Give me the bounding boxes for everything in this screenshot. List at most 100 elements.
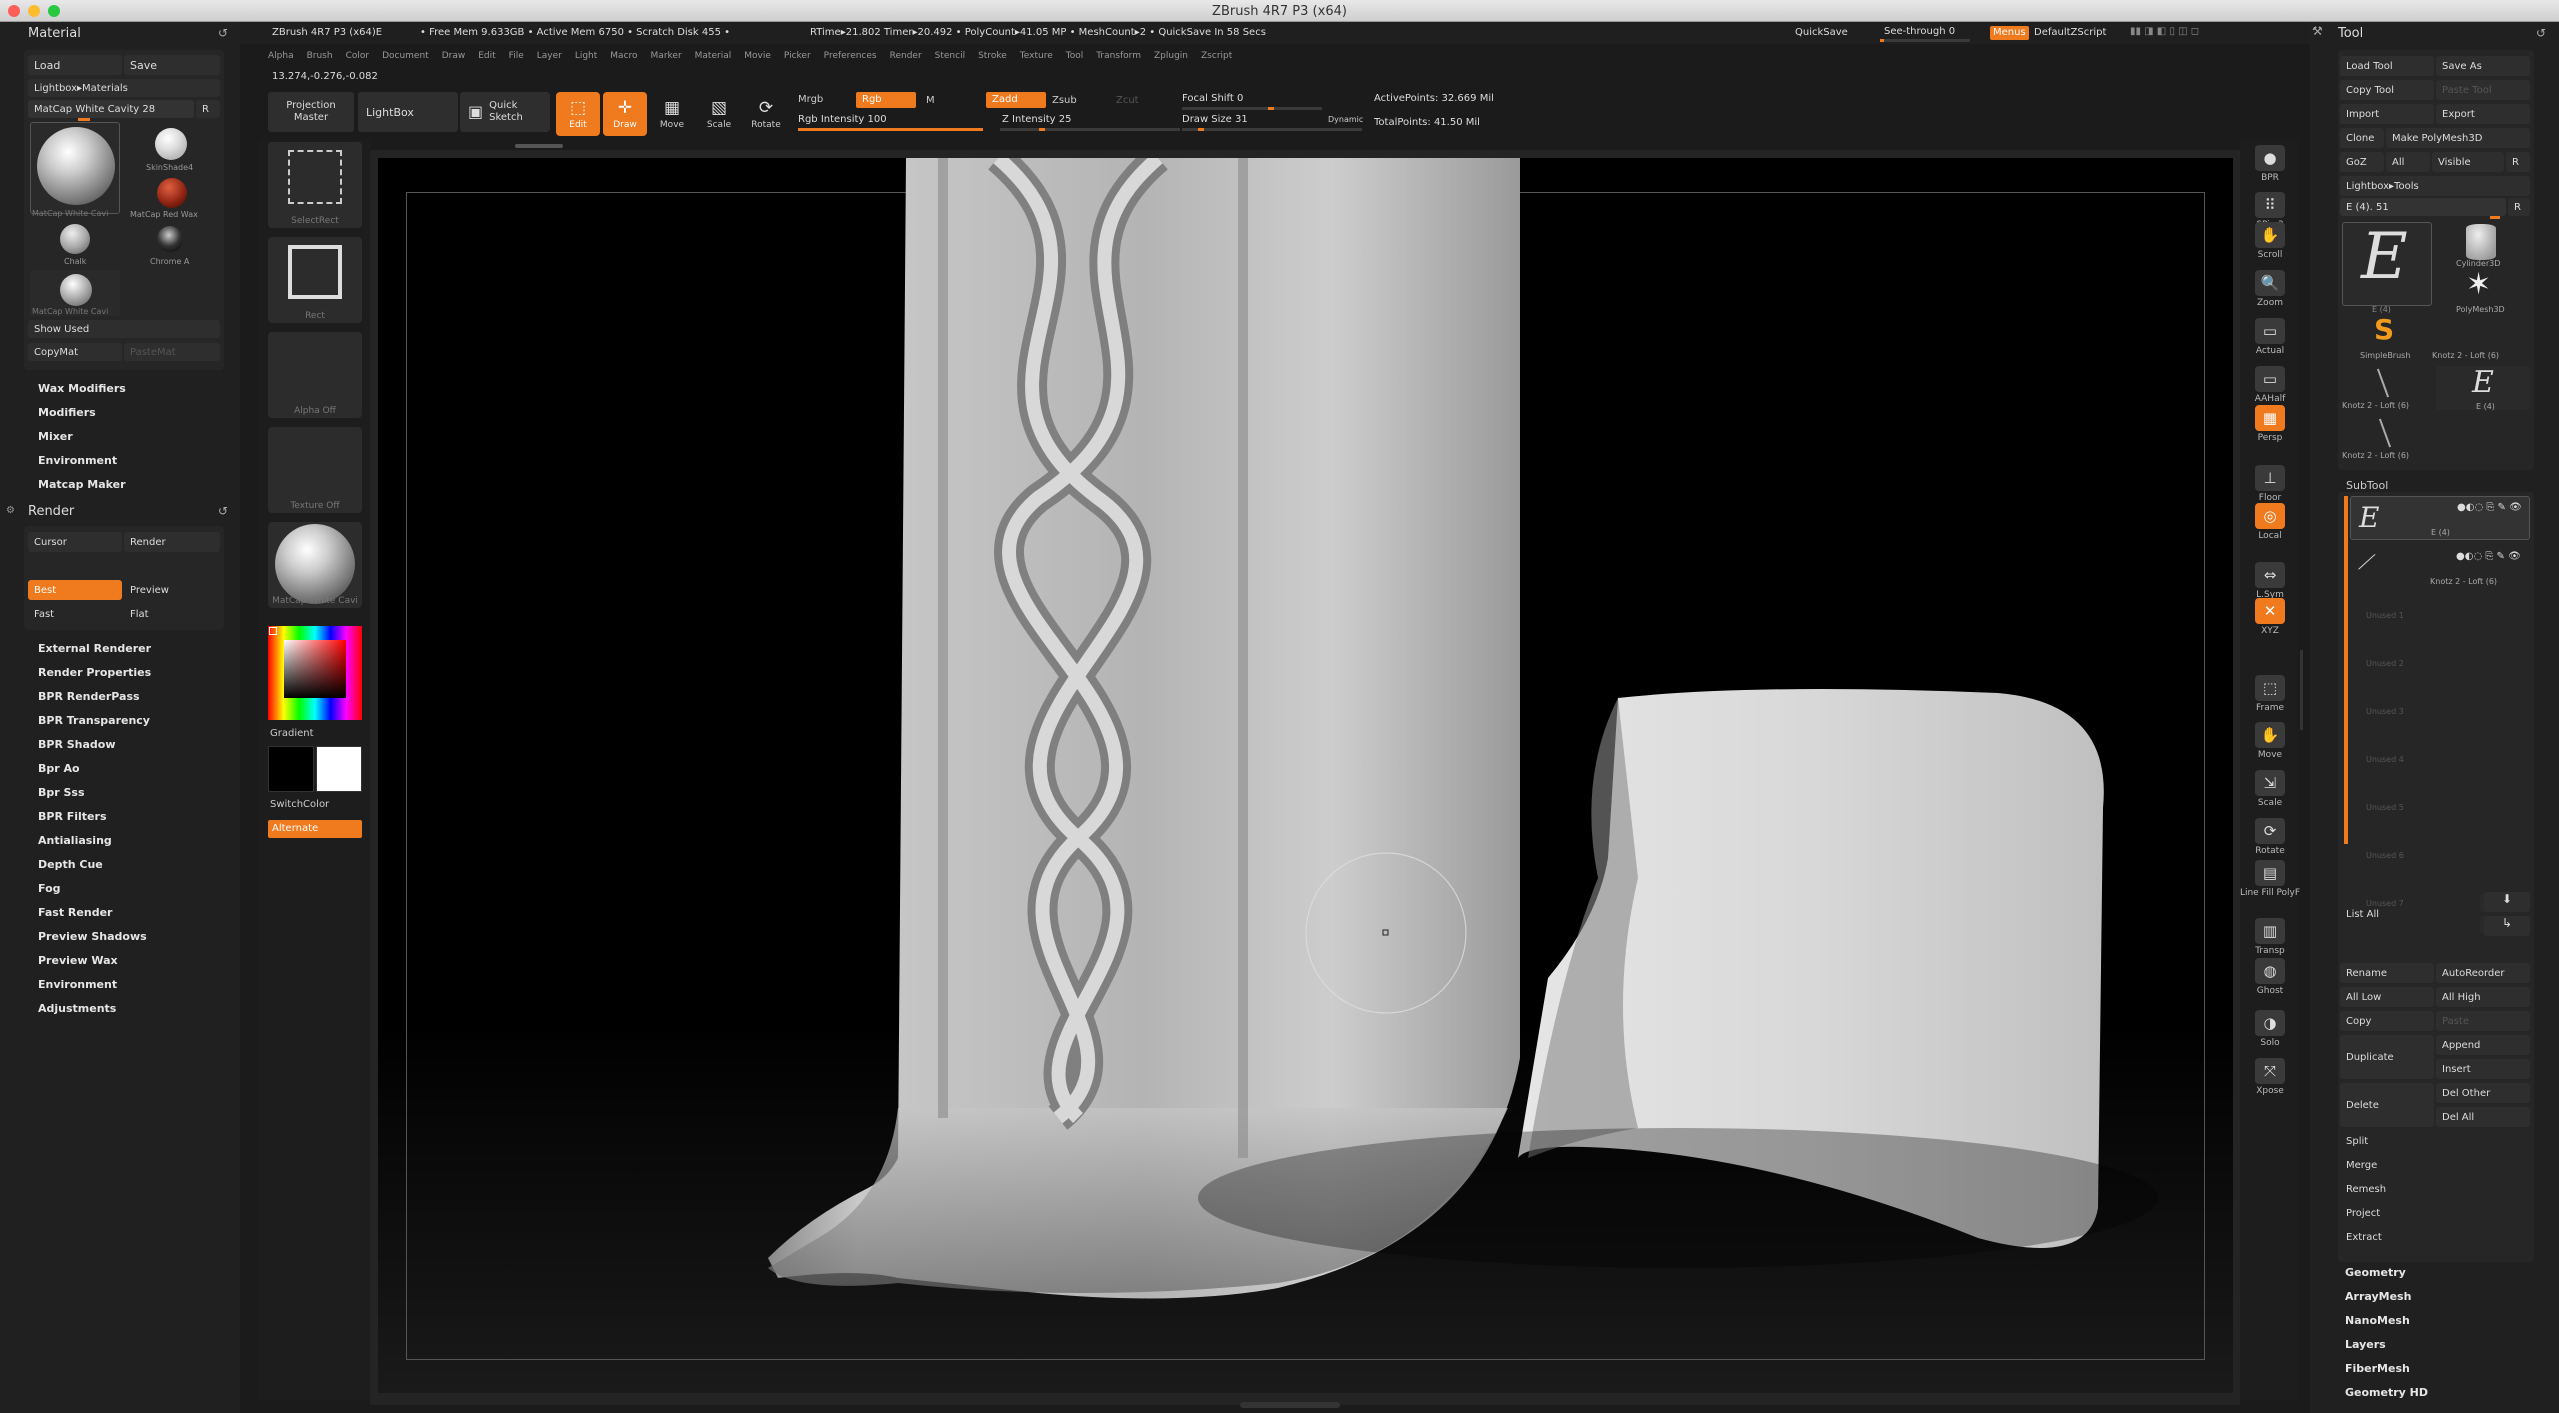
shelf-xyz-button[interactable]: ✕ XYZ [2250,598,2290,636]
menu-brush[interactable]: Brush [307,52,333,64]
render-menu-depth-cue[interactable]: Depth Cue [38,858,103,871]
shelf-l-sym-button[interactable]: ⇔ L.Sym [2250,562,2290,600]
duplicate-button[interactable]: Duplicate [2340,1035,2434,1079]
all-high-button[interactable]: All High [2436,987,2530,1007]
chrome-material-thumb[interactable] [157,226,183,252]
red-wax-material-thumb[interactable] [157,178,187,208]
material-menu-mixer[interactable]: Mixer [38,430,73,443]
menu-document[interactable]: Document [382,52,429,64]
current-material-slider-bar[interactable] [78,118,90,121]
menu-draw[interactable]: Draw [442,52,466,64]
import-button[interactable]: Import [2340,104,2434,124]
tool-menu-layers[interactable]: Layers [2345,1338,2386,1351]
paste-subtool-button[interactable]: Paste [2436,1011,2530,1031]
material-menu-environment[interactable]: Environment [38,454,117,467]
list-all-button[interactable]: List All [2340,904,2434,924]
render-menu-fast-render[interactable]: Fast Render [38,906,112,919]
goz-all-button[interactable]: All [2386,152,2430,172]
subtool-row[interactable]: Knotz 2 - Loft (6) ⟋ ●◐◌ ⎘ ✎ 👁 [2350,546,2530,590]
current-tool-slider[interactable]: E (4). 51 [2340,198,2506,216]
render-menu-adjustments[interactable]: Adjustments [38,1002,116,1015]
focal-shift-slider[interactable] [1182,107,1322,110]
autoreorder-button[interactable]: AutoReorder [2436,963,2530,983]
shelf-aahalf-button[interactable]: ▭ AAHalf [2250,366,2290,404]
skinshade-material-thumb[interactable] [155,128,187,160]
render-menu-bpr-shadow[interactable]: BPR Shadow [38,738,116,751]
lightbox-button[interactable]: LightBox [358,92,458,132]
render-menu-bpr-renderpass[interactable]: BPR RenderPass [38,690,140,703]
menu-zplugin[interactable]: Zplugin [1154,52,1188,64]
gradient-label[interactable]: Gradient [270,729,314,739]
quicksave-button[interactable]: QuickSave [1795,28,1848,38]
material-save-button[interactable]: Save [124,55,220,75]
menu-movie[interactable]: Movie [744,52,771,64]
menu-edit[interactable]: Edit [478,52,495,64]
menu-preferences[interactable]: Preferences [824,52,877,64]
right-shelf-scrollbar[interactable] [2300,650,2303,730]
delete-button[interactable]: Delete [2340,1083,2434,1127]
copy-subtool-button[interactable]: Copy [2340,1011,2434,1031]
shelf-ghost-button[interactable]: ◍ Ghost [2250,958,2290,996]
menu-marker[interactable]: Marker [651,52,682,64]
subtool-row[interactable]: Unused 2 [2350,644,2530,688]
draw-size-slider[interactable] [1182,128,1362,131]
render-menu-preview-shadows[interactable]: Preview Shadows [38,930,147,943]
copymat-button[interactable]: CopyMat [28,343,122,361]
tool-refresh-icon[interactable]: ↺ [2536,26,2546,40]
material-shelf-button[interactable]: MatCap White Cavi [268,522,362,608]
subtool-row[interactable]: Unused 6 [2350,836,2530,880]
menu-picker[interactable]: Picker [784,52,811,64]
shelf-floor-button[interactable]: ⊥ Floor [2250,465,2290,503]
menus-toggle[interactable]: Menus [1990,26,2029,40]
rgb-intensity-slider[interactable] [798,128,983,131]
tool-menu-fibermesh[interactable]: FiberMesh [2345,1362,2410,1375]
extract-button[interactable]: Extract [2340,1227,2530,1247]
subtool-row[interactable]: Unused 3 [2350,692,2530,736]
tool-menu-geometry[interactable]: Geometry [2345,1266,2406,1279]
projection-master-button[interactable]: Projection Master [268,92,354,132]
layout-icons[interactable]: ▮▮ ◨ ◧ ▯ ◫ ◻ [2130,27,2199,37]
edit-button[interactable]: ⬚ Edit [556,92,600,136]
material-current-thumb[interactable] [30,122,120,214]
subtool-row[interactable]: Unused 1 [2350,596,2530,640]
lightbox-tools-button[interactable]: Lightbox▸Tools [2340,176,2530,196]
subtool-row[interactable]: Unused 5 [2350,788,2530,832]
del-other-button[interactable]: Del Other [2436,1083,2530,1103]
see-through-slider[interactable]: See-through 0 [1884,27,1955,37]
menu-layer[interactable]: Layer [537,52,562,64]
pastemat-button[interactable]: PasteMat [124,343,220,361]
shelf-local-button[interactable]: ◎ Local [2250,503,2290,541]
menu-color[interactable]: Color [346,52,370,64]
show-used-button[interactable]: Show Used [28,320,220,338]
tool-menu-nanomesh[interactable]: NanoMesh [2345,1314,2410,1327]
goz-button[interactable]: GoZ [2340,152,2384,172]
material-menu-wax-modifiers[interactable]: Wax Modifiers [38,382,126,395]
render-menu-bpr-filters[interactable]: BPR Filters [38,810,107,823]
m-button[interactable]: M [926,96,935,106]
remesh-button[interactable]: Remesh [2340,1179,2530,1199]
render-menu-render-properties[interactable]: Render Properties [38,666,151,679]
arrow-down-icon[interactable]: ↳ [2484,916,2530,936]
render-menu-fog[interactable]: Fog [38,882,61,895]
subtool-list-scrollbar[interactable] [2344,496,2348,844]
rect-stroke-button[interactable]: Rect [268,237,362,323]
goz-visible-button[interactable]: Visible [2432,152,2504,172]
shelf-persp-button[interactable]: ▦ Persp [2250,405,2290,443]
alpha-button[interactable]: Alpha Off [268,332,362,418]
default-zscript-button[interactable]: DefaultZScript [2034,28,2106,38]
quick-sketch-button[interactable]: ▣ Quick Sketch [460,92,550,132]
render-preview-button[interactable]: Preview [124,580,220,600]
scale-button[interactable]: ▧ Scale [697,92,741,136]
tool-menu-geometry-hd[interactable]: Geometry HD [2345,1386,2428,1399]
load-tool-button[interactable]: Load Tool [2340,56,2434,76]
save-as-button[interactable]: Save As [2436,56,2530,76]
render-best-button[interactable]: Best [28,580,122,600]
subtool-row[interactable]: E (4) E ●◐◌ ⎘ ✎ 👁 [2350,496,2530,540]
render-menu-bpr-ao[interactable]: Bpr Ao [38,762,80,775]
menu-alpha[interactable]: Alpha [268,52,294,64]
tool-menu-arraymesh[interactable]: ArrayMesh [2345,1290,2411,1303]
document-canvas[interactable] [378,158,2233,1393]
mrgb-button[interactable]: Mrgb [798,95,823,105]
render-render-button[interactable]: Render [124,532,220,552]
shelf-zoom-button[interactable]: 🔍 Zoom [2250,270,2290,308]
